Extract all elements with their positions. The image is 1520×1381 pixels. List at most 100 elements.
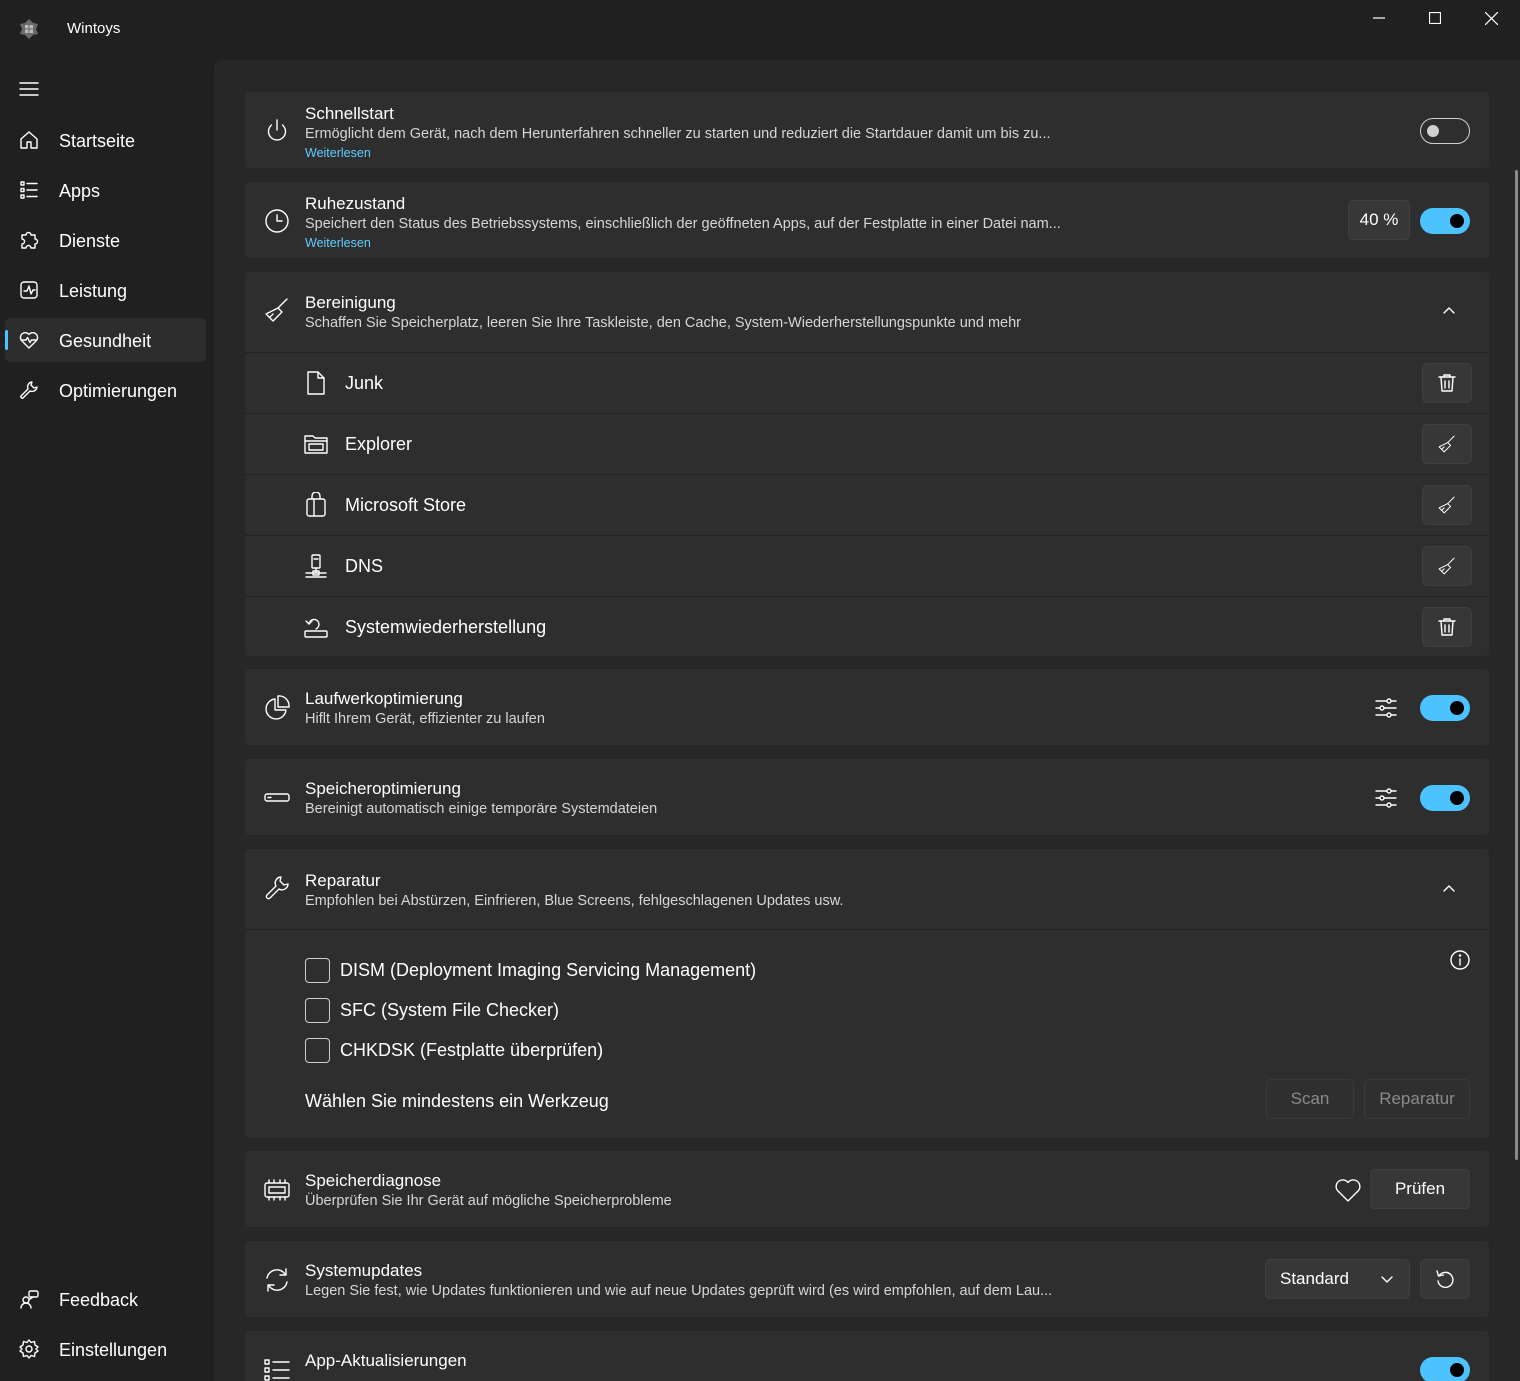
schnellstart-toggle[interactable] (1420, 118, 1470, 144)
memory-chip-icon (264, 1179, 290, 1201)
chkdsk-checkbox-row[interactable]: CHKDSK (Festplatte überprüfen) (305, 1037, 603, 1063)
sidebar-item-label: Gesundheit (59, 331, 152, 351)
chevron-up-icon[interactable] (1443, 884, 1455, 892)
card-description: Bereinigt automatisch einige temporäre S… (305, 801, 658, 817)
sidebar-item-startseite[interactable]: Startseite (5, 118, 206, 162)
toggle-knob (1427, 125, 1439, 137)
explorer-clean-button[interactable] (1422, 424, 1472, 464)
maximize-button[interactable] (1406, 0, 1463, 36)
sidebar-item-gesundheit[interactable]: Gesundheit (5, 318, 206, 362)
app-aktualisierungen-toggle[interactable] (1420, 1357, 1470, 1381)
card-title: Systemupdates (305, 1261, 423, 1280)
pruefen-button[interactable]: Prüfen (1370, 1169, 1470, 1209)
sfc-checkbox[interactable] (305, 997, 330, 1023)
sidebar-item-label: Einstellungen (59, 1340, 168, 1360)
sidebar-item-optimierungen[interactable]: Optimierungen (5, 368, 206, 412)
cleanup-item-label: Systemwiederherstellung (345, 617, 547, 637)
read-more-link[interactable]: Weiterlesen (305, 236, 371, 250)
card-reparatur: Reparatur Empfohlen bei Abstürzen, Einfr… (244, 848, 1491, 1139)
dism-checkbox[interactable] (305, 957, 330, 983)
card-schnellstart: Schnellstart Ermöglicht dem Gerät, nach … (244, 91, 1490, 169)
toggle-knob (1450, 214, 1464, 228)
app-logo-icon (20, 19, 38, 39)
sidebar-item-dienste[interactable]: Dienste (5, 218, 206, 262)
heart-pulse-icon (19, 332, 39, 349)
cleanup-row-explorer: Explorer (245, 413, 1491, 474)
menu-toggle-button[interactable] (14, 74, 44, 104)
sidebar-item-apps[interactable]: Apps (5, 168, 206, 212)
checkbox-label: DISM (Deployment Imaging Servicing Manag… (340, 959, 757, 980)
sidebar-item-leistung[interactable]: Leistung (5, 268, 206, 312)
reset-updates-button[interactable] (1420, 1259, 1470, 1299)
cleanup-row-dns: DNS (245, 535, 1491, 596)
laufwerkoptimierung-toggle[interactable] (1420, 695, 1470, 721)
app-title: Wintoys (67, 20, 121, 37)
card-title: Bereinigung (305, 293, 396, 312)
systemrestore-delete-button[interactable] (1422, 607, 1472, 647)
power-icon (267, 119, 287, 141)
dism-checkbox-row[interactable]: DISM (Deployment Imaging Servicing Manag… (305, 957, 756, 983)
sidebar-item-label: Optimierungen (59, 381, 178, 401)
close-button[interactable] (1463, 0, 1520, 36)
maximize-icon (1428, 12, 1441, 24)
card-bereinigung: Bereinigung Schaffen Sie Speicherplatz, … (244, 271, 1491, 657)
main-content: Schnellstart Ermöglicht dem Gerät, nach … (214, 60, 1520, 1381)
ruhezustand-toggle[interactable] (1420, 208, 1470, 234)
broom-icon (1438, 435, 1455, 453)
sidebar-item-label: Dienste (59, 231, 121, 251)
card-app-aktualisierungen: App-Aktualisierungen (244, 1330, 1490, 1381)
cleanup-row-junk: Junk (245, 352, 1491, 413)
toggle-knob (1450, 1363, 1464, 1377)
card-systemupdates: Systemupdates Legen Sie fest, wie Update… (244, 1240, 1490, 1318)
sync-icon (266, 1268, 288, 1292)
repair-hint-text: Wählen Sie mindestens ein Werkzeug (305, 1091, 609, 1111)
card-title: Reparatur (305, 871, 381, 890)
card-speicheroptimierung: Speicheroptimierung Bereinigt automatisc… (244, 758, 1490, 836)
settings-sliders-icon[interactable] (1375, 787, 1397, 809)
cleanup-row-systemrestore: Systemwiederherstellung (245, 596, 1491, 657)
delete-icon (1438, 618, 1456, 636)
sfc-checkbox-row[interactable]: SFC (System File Checker) (305, 997, 559, 1023)
store-bag-icon (306, 492, 326, 517)
sidebar-item-feedback[interactable]: Feedback (5, 1277, 206, 1321)
reset-icon (1436, 1270, 1454, 1289)
gear-icon (19, 1339, 39, 1359)
cleanup-item-label: Microsoft Store (345, 495, 467, 515)
feedback-icon (20, 1290, 39, 1309)
card-title: App-Aktualisierungen (305, 1351, 467, 1370)
cleanup-item-label: Junk (345, 373, 384, 393)
store-clean-button[interactable] (1422, 485, 1472, 525)
hibernate-size-input[interactable]: 40 % (1348, 200, 1410, 240)
minimize-button[interactable] (1350, 0, 1407, 36)
info-icon[interactable] (1449, 949, 1471, 971)
settings-sliders-icon[interactable] (1375, 697, 1397, 719)
repair-button[interactable]: Reparatur (1364, 1079, 1470, 1119)
card-title: Ruhezustand (305, 194, 406, 213)
read-more-link[interactable]: Weiterlesen (305, 146, 371, 160)
performance-icon (20, 281, 38, 299)
checkbox-label: SFC (System File Checker) (340, 999, 560, 1020)
close-icon (1485, 11, 1498, 25)
minimize-icon (1372, 17, 1385, 19)
scan-button[interactable]: Scan (1266, 1079, 1354, 1119)
title-bar: Wintoys (0, 0, 1520, 60)
heart-icon[interactable] (1334, 1177, 1362, 1203)
divider (245, 929, 1491, 930)
speicheroptimierung-toggle[interactable] (1420, 785, 1470, 811)
sidebar-item-einstellungen[interactable]: Einstellungen (5, 1327, 206, 1371)
broom-icon (1438, 496, 1455, 514)
update-mode-dropdown[interactable]: Standard (1265, 1259, 1410, 1299)
storage-drive-icon (264, 793, 290, 802)
scrollbar[interactable] (1515, 170, 1518, 1160)
junk-delete-button[interactable] (1422, 363, 1472, 403)
dns-clean-button[interactable] (1422, 546, 1472, 586)
chevron-up-icon[interactable] (1443, 306, 1455, 314)
card-speicherdiagnose: Speicherdiagnose Überprüfen Sie Ihr Gerä… (244, 1150, 1490, 1228)
sidebar-item-label: Apps (59, 181, 101, 201)
apps-list-icon (20, 181, 38, 199)
cleanup-item-label: Explorer (345, 434, 413, 454)
chkdsk-checkbox[interactable] (305, 1037, 330, 1063)
card-description: Überprüfen Sie Ihr Gerät auf mögliche Sp… (305, 1193, 672, 1209)
folder-icon (304, 435, 328, 454)
card-title: Speicheroptimierung (305, 779, 461, 798)
